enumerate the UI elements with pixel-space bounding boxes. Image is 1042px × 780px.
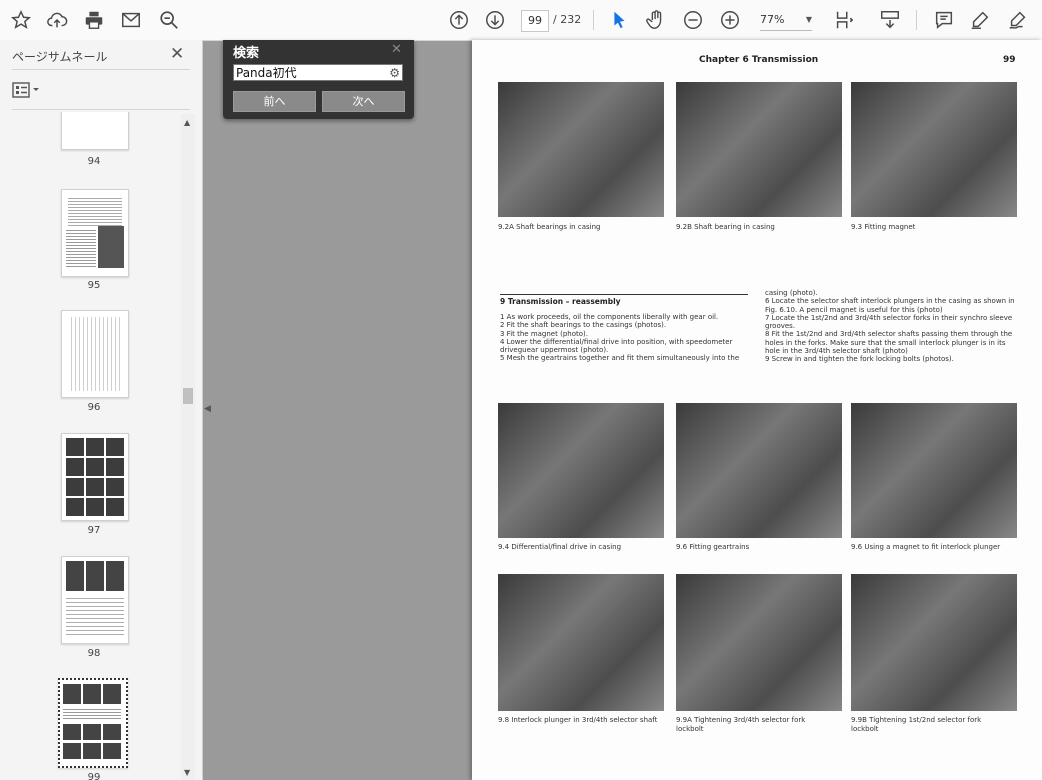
section-rule — [500, 294, 748, 295]
sidebar-scrollbar[interactable]: ▲ ▼ — [181, 114, 195, 780]
caption: 9.4 Differential/final drive in casing — [498, 543, 622, 551]
next-result-button[interactable]: 次へ — [322, 91, 405, 112]
caption: 9.9A Tightening 3rd/4th selector fork lo… — [676, 716, 806, 733]
star-icon[interactable] — [9, 8, 33, 32]
page-layout-icon[interactable] — [832, 8, 856, 32]
photo-9-6a — [676, 403, 842, 538]
previous-page-icon[interactable] — [447, 8, 471, 32]
thumbnail-page-97[interactable] — [61, 433, 129, 521]
thumbnail-page-95[interactable] — [61, 189, 129, 277]
sign-icon[interactable] — [1006, 8, 1030, 32]
paragraph: casing (photo). — [765, 289, 818, 297]
thumbnail-label: 98 — [87, 648, 101, 659]
caption: 9.6 Using a magnet to fit interlock plun… — [851, 543, 1001, 551]
gear-icon[interactable]: ⚙ — [389, 65, 400, 82]
paragraph: 4 Lower the differential/final drive int… — [500, 337, 733, 355]
zoom-dropdown[interactable]: 77% ▼ — [760, 10, 812, 31]
toolbar-divider — [916, 10, 917, 30]
pdf-page: Chapter 6 Transmission 99 9.2A Shaft bea… — [472, 40, 1042, 780]
page-number: 99 — [1003, 55, 1016, 65]
photo-9-9a — [676, 574, 842, 711]
photo-9-9b — [851, 574, 1017, 711]
find-panel: 検索 ✕ Panda初代 ⚙ 前へ 次へ — [223, 40, 414, 119]
paragraph: 3 Fit the magnet (photo). — [500, 329, 588, 338]
thumbnail-page-96[interactable] — [61, 310, 129, 398]
section-title: 9 Transmission – reassembly — [500, 297, 621, 306]
list-options-icon — [12, 82, 39, 98]
photo-9-6b — [851, 403, 1017, 538]
thumbnail-label: 97 — [87, 525, 101, 536]
next-page-icon[interactable] — [483, 8, 507, 32]
thumbnail-page-99-selected[interactable] — [58, 678, 128, 768]
hand-tool-icon[interactable] — [644, 8, 668, 32]
chevron-down-icon: ▼ — [805, 15, 812, 24]
thumbnail-options-button[interactable] — [12, 82, 44, 102]
photo-9-3 — [851, 82, 1017, 217]
photo-9-2b — [676, 82, 842, 217]
close-icon[interactable]: ✕ — [170, 44, 184, 64]
cloud-upload-icon[interactable] — [45, 8, 69, 32]
close-icon[interactable]: ✕ — [391, 42, 402, 57]
paragraph: 2 Fit the shaft bearings to the casings … — [500, 321, 667, 330]
caption: 9.6 Fitting geartrains — [676, 543, 750, 551]
scroll-down-icon[interactable]: ▼ — [184, 768, 190, 777]
caption: 9.2A Shaft bearings in casing — [498, 223, 601, 231]
scroll-up-icon[interactable]: ▲ — [184, 118, 190, 127]
comment-icon[interactable] — [932, 8, 956, 32]
thumbnail-page-98[interactable] — [61, 556, 129, 644]
page-number-input[interactable]: 99 — [521, 10, 549, 32]
sidebar-title: ページサムネール — [12, 50, 108, 64]
sidebar-divider — [12, 109, 190, 110]
paragraph: 6 Locate the selector shaft interlock pl… — [765, 297, 1015, 314]
zoom-out-icon[interactable] — [681, 8, 705, 32]
email-icon[interactable] — [119, 8, 143, 32]
caption: 9.2B Shaft bearing in casing — [676, 223, 775, 231]
previous-result-button[interactable]: 前へ — [233, 91, 316, 112]
thumbnail-list: 94 95 96 97 98 99 — [0, 112, 181, 780]
zoom-value: 77% — [760, 13, 785, 26]
paragraph: 8 Fit the 1st/2nd and 3rd/4th selector s… — [765, 330, 1013, 356]
top-toolbar: 99 / 232 77% ▼ — [0, 0, 1042, 41]
thumbnail-label: 94 — [87, 156, 101, 167]
thumbnail-label: 99 — [87, 772, 101, 780]
photo-9-8 — [498, 574, 664, 711]
thumbnail-label: 95 — [87, 280, 101, 291]
search-input[interactable]: Panda初代 ⚙ — [233, 64, 403, 81]
paragraph: 5 Mesh the geartrains together and fit t… — [500, 354, 740, 363]
zoom-in-icon[interactable] — [718, 8, 742, 32]
thumbnail-label: 96 — [87, 402, 101, 413]
paragraph: 1 As work proceeds, oil the components l… — [500, 313, 719, 321]
select-cursor-icon[interactable] — [607, 8, 631, 32]
photo-9-2a — [498, 82, 664, 217]
paragraph: 7 Locate the 1st/2nd and 3rd/4th selecto… — [765, 313, 1013, 331]
page-total: / 232 — [553, 13, 582, 26]
highlight-pen-icon[interactable] — [968, 8, 992, 32]
right-column: casing (photo). 6 Locate the selector sh… — [765, 289, 1015, 364]
thumbnail-sidebar: ページサムネール ✕ 94 95 96 97 98 99 ▲ ▼ — [0, 40, 203, 780]
page-header: Chapter 6 Transmission — [699, 55, 819, 65]
find-title: 検索 — [233, 46, 260, 61]
caption: 9.3 Fitting magnet — [851, 223, 916, 231]
scrollbar-thumb[interactable] — [183, 388, 193, 404]
toolbar-divider — [593, 10, 594, 30]
photo-9-4 — [498, 403, 664, 538]
zoom-search-icon[interactable] — [157, 8, 181, 32]
print-icon[interactable] — [82, 8, 106, 32]
left-column: 1 As work proceeds, oil the components l… — [500, 313, 750, 363]
caption: 9.8 Interlock plunger in 3rd/4th selecto… — [498, 716, 658, 724]
paragraph: 9 Screw in and tighten the fork locking … — [765, 355, 954, 364]
scroll-mode-icon[interactable] — [878, 8, 902, 32]
search-query: Panda初代 — [236, 66, 297, 80]
sidebar-divider — [12, 69, 190, 70]
thumbnail-page-94[interactable] — [61, 112, 129, 150]
collapse-sidebar-icon[interactable]: ◀ — [204, 404, 214, 418]
caption: 9.9B Tightening 1st/2nd selector fork lo… — [851, 716, 982, 733]
